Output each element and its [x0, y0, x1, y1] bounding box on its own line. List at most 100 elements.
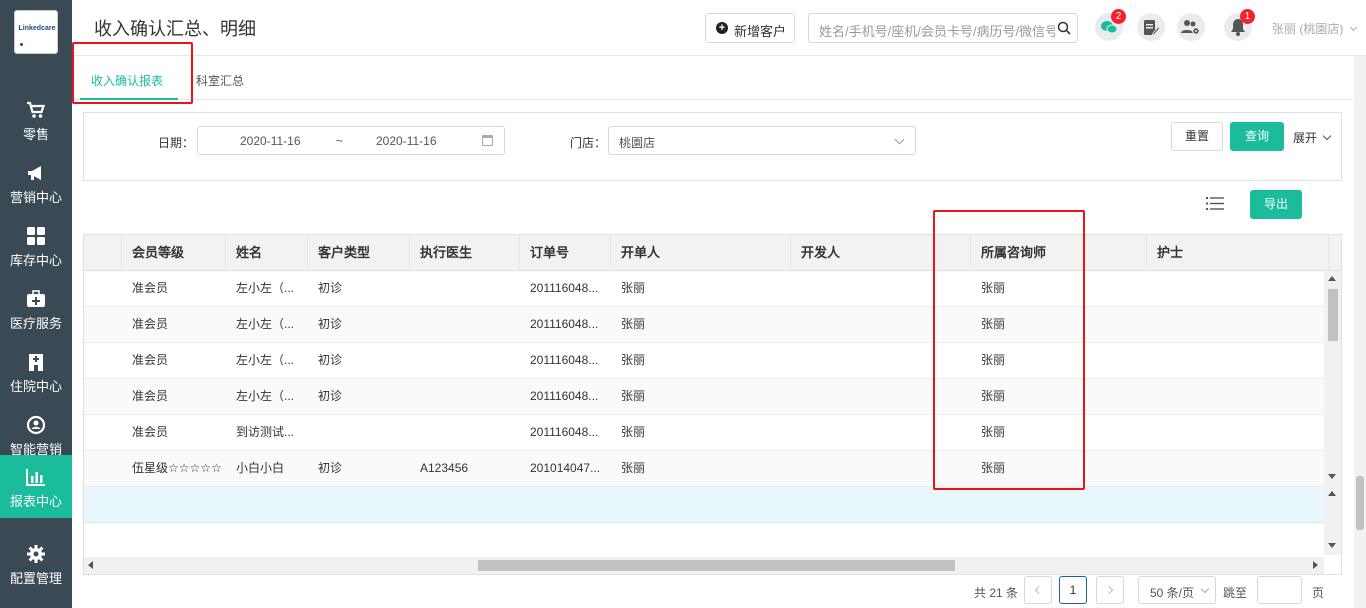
- next-page-button[interactable]: [1096, 576, 1124, 604]
- table-cell: 伍星级☆☆☆☆☆: [132, 461, 222, 475]
- grid-icon: [27, 227, 45, 245]
- pagination-total: 共 21 条: [974, 586, 1019, 600]
- notifications-button[interactable]: 1: [1224, 9, 1255, 41]
- tasks-button[interactable]: [1137, 13, 1165, 41]
- main-content: 收入确认报表 科室汇总 日期： 2020-11-16 ~ 2020-11-16 …: [72, 42, 1366, 608]
- table-cell: [410, 379, 520, 414]
- query-button[interactable]: 查询: [1230, 122, 1284, 151]
- chevron-down-icon: [1200, 584, 1210, 594]
- page-title: 收入确认汇总、明细: [94, 19, 256, 39]
- table-cell: 左小左（...: [236, 317, 295, 331]
- table-header-spacer: [84, 235, 122, 271]
- table-cell: 准会员: [132, 389, 169, 403]
- selected-row[interactable]: [84, 487, 1324, 523]
- sidebar-item-marketing[interactable]: 营销中心: [0, 151, 72, 214]
- sidebar-item-label: 医疗服务: [9, 316, 62, 331]
- export-button[interactable]: 导出: [1250, 190, 1302, 219]
- chat-badge: 2: [1111, 9, 1126, 24]
- table-cell: 初诊: [318, 353, 343, 367]
- chat-button[interactable]: 2: [1095, 9, 1126, 41]
- table-cell: 张丽: [621, 461, 646, 475]
- table-cell: 201116048...: [530, 425, 599, 439]
- table-cell: [1147, 379, 1324, 414]
- table-cell: 张丽: [621, 353, 646, 367]
- chevron-down-icon: [1349, 23, 1357, 32]
- chevron-left-icon: [1034, 585, 1044, 595]
- table-cell: 准会员: [132, 281, 169, 295]
- table-row[interactable]: 准会员 左小左（... 初诊 201116048... 张丽 张丽: [84, 343, 1324, 379]
- scroll-up-arrow-icon[interactable]: [1328, 276, 1336, 281]
- column-header[interactable]: 姓名: [226, 235, 308, 271]
- table-horizontal-scrollbar[interactable]: [84, 557, 1324, 574]
- notification-badge: 1: [1240, 9, 1255, 24]
- scrollbar-thumb[interactable]: [478, 560, 955, 571]
- table-row[interactable]: 准会员 左小左（... 初诊 201116048... 张丽 张丽: [84, 307, 1324, 343]
- sidebar-item-reports[interactable]: 报表中心: [0, 455, 72, 518]
- store-select[interactable]: 桃園店: [608, 126, 916, 155]
- page-size-select[interactable]: 50 条/页: [1138, 576, 1216, 604]
- expand-toggle[interactable]: 展开: [1293, 129, 1332, 146]
- sidebar-item-settings[interactable]: 配置管理: [0, 532, 72, 595]
- date-range-picker[interactable]: 2020-11-16 ~ 2020-11-16: [197, 126, 505, 155]
- megaphone-icon: [28, 166, 41, 180]
- sidebar-item-label: 零售: [22, 127, 49, 142]
- table-row[interactable]: 准会员 左小左（... 初诊 201116048... 张丽 张丽: [84, 271, 1324, 307]
- sidebar-item-inpatient[interactable]: 住院中心: [0, 340, 72, 403]
- table-vertical-scrollbar[interactable]: [1324, 271, 1341, 485]
- table-cell: 张丽: [621, 425, 646, 439]
- date-end[interactable]: 2020-11-16: [376, 134, 437, 148]
- sidebar-item-label: 报表中心: [9, 494, 62, 509]
- logo-text: Linkedcare: [18, 25, 56, 32]
- column-header[interactable]: 客户类型: [308, 235, 410, 271]
- scrollbar-thumb[interactable]: [1356, 476, 1364, 530]
- sidebar-item-inventory[interactable]: 库存中心: [0, 214, 72, 277]
- reset-button[interactable]: 重置: [1171, 122, 1223, 151]
- scrollbar-thumb[interactable]: [1328, 289, 1338, 341]
- table-cell: [410, 415, 520, 450]
- search-icon[interactable]: [1057, 21, 1071, 35]
- jump-to-page-input[interactable]: [1257, 576, 1302, 604]
- prev-page-button[interactable]: [1024, 576, 1052, 604]
- fixed-area-vertical-scrollbar[interactable]: [1324, 485, 1341, 555]
- logo-dot: [20, 43, 23, 46]
- table-row[interactable]: 伍星级☆☆☆☆☆ 小白小白 初诊 A123456 201014047... 张丽…: [84, 451, 1324, 487]
- table-cell: 到访测试...: [236, 425, 295, 439]
- chevron-right-icon: [1104, 585, 1114, 595]
- search-input[interactable]: 姓名/手机号/座机/会员卡号/病历号/微信号: [808, 13, 1078, 43]
- team-button[interactable]: [1177, 13, 1205, 41]
- jump-to-label: 跳至: [1223, 586, 1248, 600]
- sidebar: Linkedcare 零售 营销中心 库存中心 医疗服务 住院中心 智能营销 报…: [0, 0, 72, 608]
- scroll-down-arrow-icon[interactable]: [1328, 474, 1336, 479]
- column-header[interactable]: 开单人: [611, 235, 791, 271]
- data-table: 会员等级 姓名 客户类型 执行医生 订单号 开单人 开发人 所属咨询师 护士 准…: [83, 234, 1342, 575]
- sidebar-item-medical-service[interactable]: 医疗服务: [0, 277, 72, 340]
- page-number-button[interactable]: 1: [1059, 576, 1087, 604]
- table-cell: [1147, 343, 1324, 378]
- scroll-up-arrow-icon[interactable]: [1328, 491, 1336, 496]
- column-header[interactable]: 护士: [1147, 235, 1329, 271]
- column-header[interactable]: 会员等级: [122, 235, 226, 271]
- column-settings-icon[interactable]: [1206, 196, 1224, 211]
- table-cell: 201116048...: [530, 389, 599, 403]
- sidebar-item-retail[interactable]: 零售: [0, 88, 72, 151]
- store-label: 门店：: [570, 136, 607, 150]
- page-vertical-scrollbar[interactable]: [1354, 56, 1366, 608]
- app-logo[interactable]: Linkedcare: [14, 10, 58, 54]
- user-menu[interactable]: 张丽 (桃園店): [1272, 20, 1357, 37]
- sidebar-item-label: 配置管理: [9, 571, 62, 586]
- column-header[interactable]: 执行医生: [410, 235, 520, 271]
- medical-kit-icon: [27, 290, 45, 307]
- scroll-left-arrow-icon[interactable]: [88, 561, 93, 569]
- date-start[interactable]: 2020-11-16: [240, 134, 301, 148]
- new-customer-button[interactable]: + 新增客户: [705, 13, 795, 43]
- table-row[interactable]: 准会员 到访测试... 201116048... 张丽 张丽: [84, 415, 1324, 451]
- pagination: 共 21 条 1 50 条/页 跳至 页: [72, 576, 1354, 608]
- scroll-down-arrow-icon[interactable]: [1328, 543, 1336, 548]
- tab-department-summary[interactable]: 科室汇总: [196, 72, 244, 89]
- table-row[interactable]: 准会员 左小左（... 初诊 201116048... 张丽 张丽: [84, 379, 1324, 415]
- column-header[interactable]: 订单号: [520, 235, 611, 271]
- clipboard-edit-icon: [1144, 20, 1160, 36]
- date-label: 日期：: [158, 136, 195, 150]
- table-cell: A123456: [420, 461, 469, 475]
- scroll-right-arrow-icon[interactable]: [1313, 561, 1318, 569]
